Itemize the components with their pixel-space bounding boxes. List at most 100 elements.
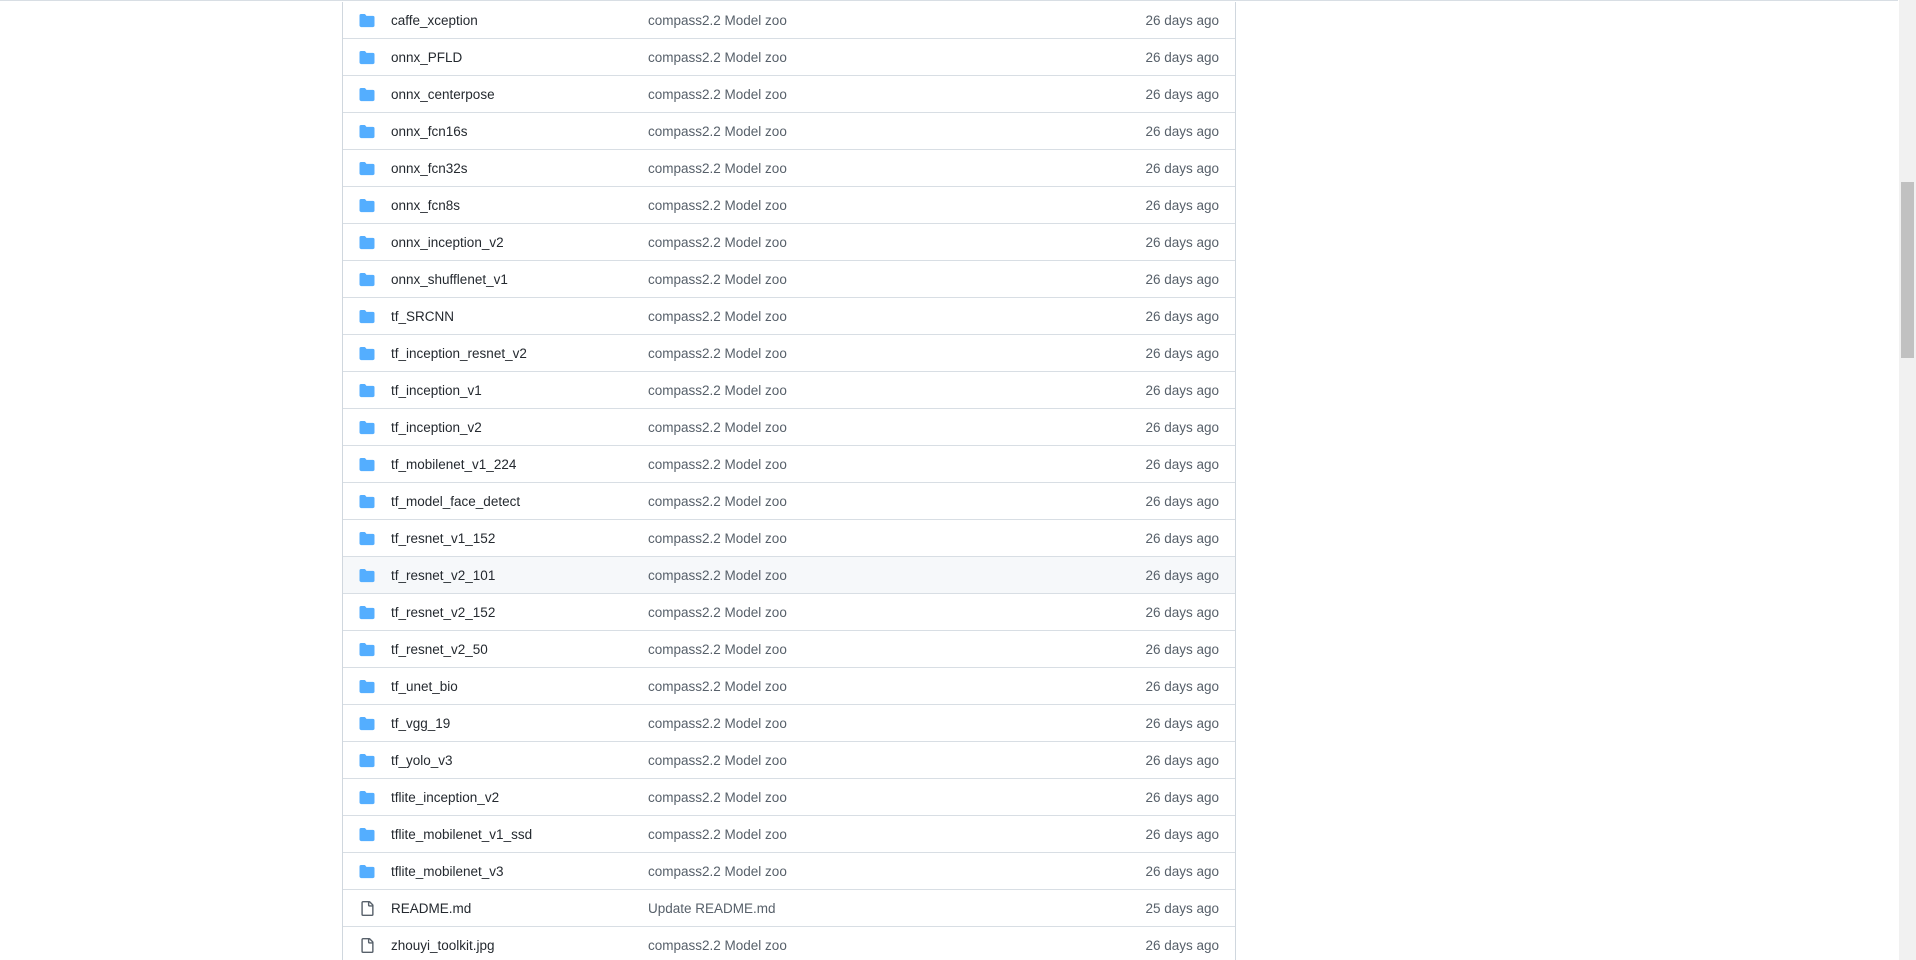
folder-row[interactable]: tf_resnet_v2_152 compass2.2 Model zoo 26 d…	[343, 594, 1235, 631]
file-name-link[interactable]: tf_inception_resnet_v2	[391, 335, 527, 372]
file-name-link[interactable]: tf_resnet_v2_101	[391, 557, 495, 594]
file-name-link[interactable]: tflite_mobilenet_v3	[391, 853, 504, 890]
folder-icon	[359, 161, 375, 176]
file-name-link[interactable]: tf_model_face_detect	[391, 483, 520, 520]
folder-row[interactable]: tflite_mobilenet_v3 compass2.2 Model zoo 2…	[343, 853, 1235, 890]
commit-age: 26 days ago	[1145, 124, 1219, 139]
commit-age: 26 days ago	[1145, 864, 1219, 879]
commit-age: 26 days ago	[1145, 605, 1219, 620]
folder-row[interactable]: onnx_fcn16s compass2.2 Model zoo 26 days a…	[343, 113, 1235, 150]
folder-row[interactable]: onnx_fcn32s compass2.2 Model zoo 26 days a…	[343, 150, 1235, 187]
folder-row[interactable]: tf_SRCNN compass2.2 Model zoo 26 days ago	[343, 298, 1235, 335]
folder-row[interactable]: tf_inception_v1 compass2.2 Model zoo 26 da…	[343, 372, 1235, 409]
folder-icon	[359, 790, 375, 805]
commit-message-link[interactable]: compass2.2 Model zoo	[648, 261, 787, 298]
commit-message-link[interactable]: compass2.2 Model zoo	[648, 705, 787, 742]
commit-message-link[interactable]: compass2.2 Model zoo	[648, 742, 787, 779]
file-icon	[361, 901, 374, 916]
file-name-link[interactable]: tf_mobilenet_v1_224	[391, 446, 516, 483]
commit-message-link[interactable]: compass2.2 Model zoo	[648, 76, 787, 113]
folder-icon	[359, 716, 375, 731]
file-name-link[interactable]: tf_unet_bio	[391, 668, 458, 705]
file-name-link[interactable]: tflite_inception_v2	[391, 779, 499, 816]
folder-row[interactable]: caffe_xception compass2.2 Model zoo 26 day…	[343, 2, 1235, 39]
folder-icon	[359, 198, 375, 213]
file-name-link[interactable]: tf_yolo_v3	[391, 742, 453, 779]
file-name-link[interactable]: onnx_fcn32s	[391, 150, 468, 187]
file-name-link[interactable]: tf_resnet_v2_50	[391, 631, 488, 668]
commit-message-link[interactable]: compass2.2 Model zoo	[648, 298, 787, 335]
file-name-link[interactable]: zhouyi_toolkit.jpg	[391, 927, 495, 960]
commit-age: 26 days ago	[1145, 309, 1219, 324]
commit-age: 26 days ago	[1145, 531, 1219, 546]
commit-age: 26 days ago	[1145, 457, 1219, 472]
file-name-link[interactable]: caffe_xception	[391, 2, 478, 39]
folder-row[interactable]: tf_resnet_v1_152 compass2.2 Model zoo 26 d…	[343, 520, 1235, 557]
commit-message-link[interactable]: compass2.2 Model zoo	[648, 187, 787, 224]
file-name-link[interactable]: onnx_inception_v2	[391, 224, 504, 261]
file-name-link[interactable]: README.md	[391, 890, 471, 927]
folder-row[interactable]: tf_unet_bio compass2.2 Model zoo 26 days a…	[343, 668, 1235, 705]
folder-row[interactable]: tf_inception_resnet_v2 compass2.2 Model z…	[343, 335, 1235, 372]
scrollbar-thumb[interactable]	[1901, 182, 1914, 358]
folder-row[interactable]: onnx_shufflenet_v1 compass2.2 Model zoo 26…	[343, 261, 1235, 298]
commit-message-link[interactable]: compass2.2 Model zoo	[648, 150, 787, 187]
commit-message-link[interactable]: compass2.2 Model zoo	[648, 446, 787, 483]
commit-message-link[interactable]: compass2.2 Model zoo	[648, 927, 787, 960]
commit-message-link[interactable]: compass2.2 Model zoo	[648, 520, 787, 557]
commit-message-link[interactable]: compass2.2 Model zoo	[648, 2, 787, 39]
file-name-link[interactable]: onnx_centerpose	[391, 76, 495, 113]
file-name-link[interactable]: onnx_shufflenet_v1	[391, 261, 508, 298]
file-name-link[interactable]: tf_inception_v1	[391, 372, 482, 409]
file-name-link[interactable]: tf_resnet_v1_152	[391, 520, 495, 557]
file-name-link[interactable]: tf_SRCNN	[391, 298, 454, 335]
commit-age: 26 days ago	[1145, 790, 1219, 805]
folder-row[interactable]: tf_yolo_v3 compass2.2 Model zoo 26 days ag…	[343, 742, 1235, 779]
commit-age: 26 days ago	[1145, 50, 1219, 65]
commit-message-link[interactable]: compass2.2 Model zoo	[648, 224, 787, 261]
commit-message-link[interactable]: compass2.2 Model zoo	[648, 631, 787, 668]
commit-message-link[interactable]: compass2.2 Model zoo	[648, 594, 787, 631]
commit-age: 26 days ago	[1145, 383, 1219, 398]
file-name-link[interactable]: onnx_fcn16s	[391, 113, 468, 150]
folder-row[interactable]: tf_vgg_19 compass2.2 Model zoo 26 days ago	[343, 705, 1235, 742]
commit-message-link[interactable]: compass2.2 Model zoo	[648, 557, 787, 594]
commit-age: 26 days ago	[1145, 827, 1219, 842]
file-row[interactable]: README.md Update README.md 25 days ago	[343, 890, 1235, 927]
commit-message-link[interactable]: compass2.2 Model zoo	[648, 39, 787, 76]
commit-message-link[interactable]: Update README.md	[648, 890, 776, 927]
commit-age: 26 days ago	[1145, 272, 1219, 287]
folder-row[interactable]: tf_model_face_detect compass2.2 Model zoo…	[343, 483, 1235, 520]
file-name-link[interactable]: tf_resnet_v2_152	[391, 594, 495, 631]
file-row[interactable]: zhouyi_toolkit.jpg compass2.2 Model zoo 26…	[343, 927, 1235, 960]
commit-message-link[interactable]: compass2.2 Model zoo	[648, 409, 787, 446]
commit-message-link[interactable]: compass2.2 Model zoo	[648, 372, 787, 409]
file-name-link[interactable]: onnx_fcn8s	[391, 187, 460, 224]
folder-row[interactable]: onnx_centerpose compass2.2 Model zoo 26 da…	[343, 76, 1235, 113]
file-name-link[interactable]: tflite_mobilenet_v1_ssd	[391, 816, 532, 853]
file-name-link[interactable]: tf_inception_v2	[391, 409, 482, 446]
folder-row[interactable]: onnx_fcn8s compass2.2 Model zoo 26 days ag…	[343, 187, 1235, 224]
folder-row[interactable]: tf_mobilenet_v1_224 compass2.2 Model zoo 2…	[343, 446, 1235, 483]
folder-row[interactable]: tflite_mobilenet_v1_ssd compass2.2 Model …	[343, 816, 1235, 853]
commit-age: 26 days ago	[1145, 13, 1219, 28]
folder-row[interactable]: tf_resnet_v2_50 compass2.2 Model zoo 26 da…	[343, 631, 1235, 668]
commit-message-link[interactable]: compass2.2 Model zoo	[648, 779, 787, 816]
folder-icon	[359, 309, 375, 324]
commit-message-link[interactable]: compass2.2 Model zoo	[648, 335, 787, 372]
commit-message-link[interactable]: compass2.2 Model zoo	[648, 113, 787, 150]
folder-row[interactable]: tf_inception_v2 compass2.2 Model zoo 26 da…	[343, 409, 1235, 446]
folder-row[interactable]: onnx_inception_v2 compass2.2 Model zoo 26 …	[343, 224, 1235, 261]
folder-row[interactable]: onnx_PFLD compass2.2 Model zoo 26 days ago	[343, 39, 1235, 76]
file-name-link[interactable]: onnx_PFLD	[391, 39, 462, 76]
scrollbar[interactable]	[1899, 0, 1916, 960]
commit-message-link[interactable]: compass2.2 Model zoo	[648, 483, 787, 520]
folder-icon	[359, 642, 375, 657]
folder-row[interactable]: tf_resnet_v2_101 compass2.2 Model zoo 26 d…	[343, 557, 1235, 594]
folder-row[interactable]: tflite_inception_v2 compass2.2 Model zoo 2…	[343, 779, 1235, 816]
commit-age: 26 days ago	[1145, 235, 1219, 250]
commit-message-link[interactable]: compass2.2 Model zoo	[648, 816, 787, 853]
file-name-link[interactable]: tf_vgg_19	[391, 705, 450, 742]
commit-message-link[interactable]: compass2.2 Model zoo	[648, 853, 787, 890]
commit-message-link[interactable]: compass2.2 Model zoo	[648, 668, 787, 705]
